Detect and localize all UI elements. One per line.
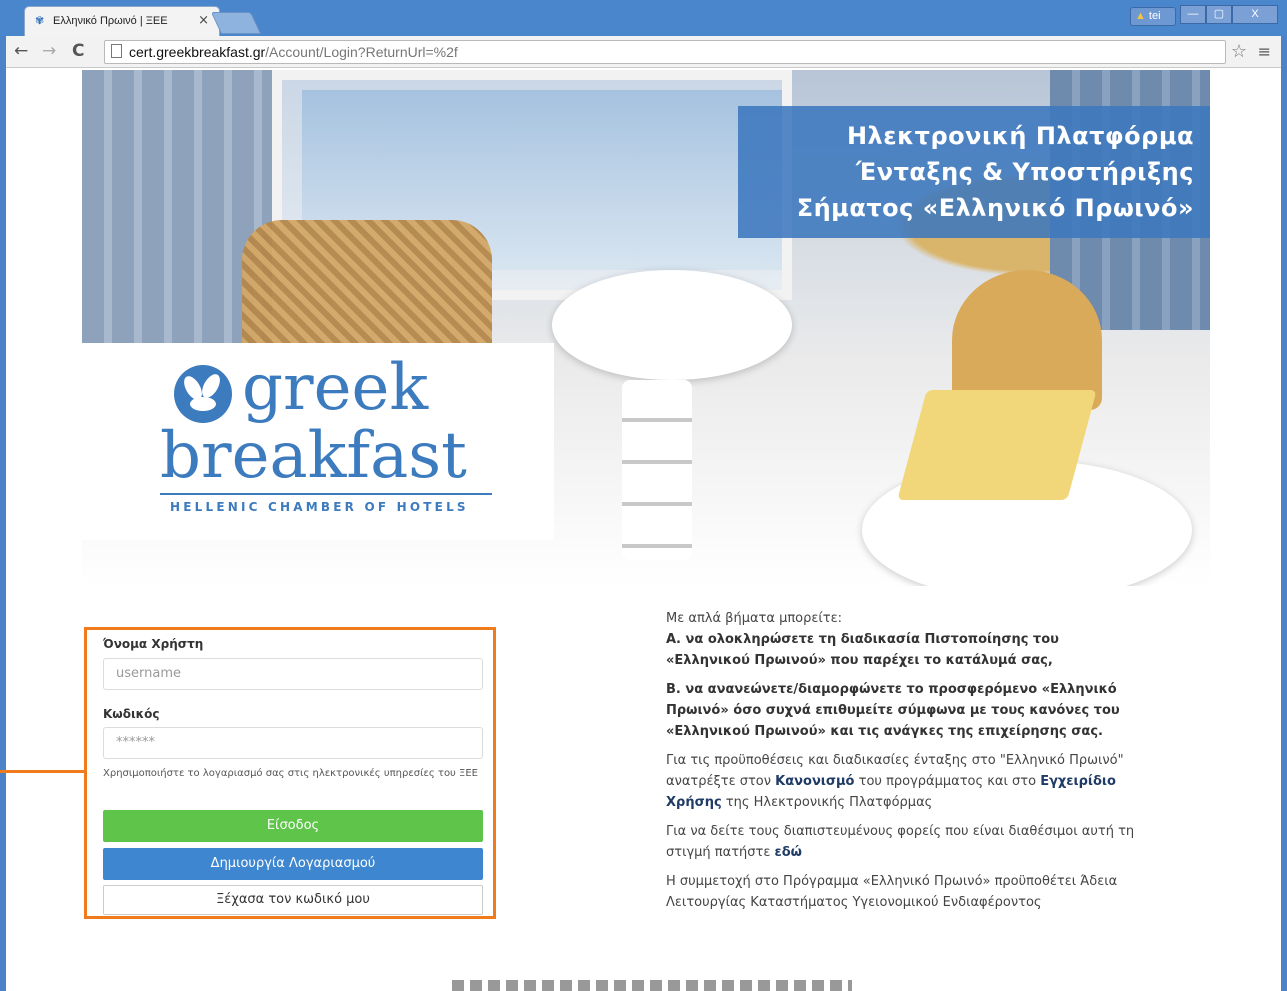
back-icon[interactable]: ← bbox=[14, 41, 28, 61]
username-input[interactable]: username bbox=[103, 658, 483, 690]
logo-subtitle: HELLENIC CHAMBER OF HOTELS bbox=[170, 500, 469, 514]
logo-word-greek: greek bbox=[242, 351, 429, 425]
page-icon bbox=[111, 44, 122, 58]
cheese bbox=[897, 390, 1097, 500]
tab-title: Ελληνικό Πρωινό | ΞΕΕ bbox=[53, 15, 168, 27]
fruit-plate bbox=[552, 270, 792, 380]
hero-title: Ηλεκτρονική Πλατφόρμα Ένταξης & Υποστήρι… bbox=[738, 106, 1210, 238]
hero-title-line: Ηλεκτρονική Πλατφόρμα bbox=[846, 122, 1194, 150]
olive-emblem-icon bbox=[174, 365, 232, 423]
login-button[interactable]: Είσοδος bbox=[103, 810, 483, 842]
url-text[interactable]: cert.greekbreakfast.gr/Account/Login?Ret… bbox=[129, 44, 458, 60]
hero-title-line: Ένταξης & Υποστήριξης bbox=[855, 158, 1194, 186]
minimize-button[interactable]: — bbox=[1180, 5, 1206, 24]
url-path: /Account/Login?ReturnUrl=%2f bbox=[265, 44, 458, 60]
password-label: Κωδικός bbox=[103, 707, 160, 721]
url-host: cert.greekbreakfast.gr bbox=[129, 44, 266, 60]
maximize-button[interactable]: ▢ bbox=[1206, 5, 1232, 24]
window-controls: — ▢ X bbox=[1180, 5, 1278, 25]
info-step-b: Β. να ανανεώνετε/διαμορφώνετε το προσφερ… bbox=[666, 682, 1120, 739]
forward-icon[interactable]: → bbox=[42, 41, 56, 61]
login-hint: Χρησιμοποιήστε το λογαριασμό σας στις ηλ… bbox=[103, 768, 478, 779]
browser-tab[interactable]: ✾ Ελληνικό Πρωινό | ΞΕΕ × bbox=[24, 6, 220, 36]
hero-title-line: Σήματος «Ελληνικό Πρωινό» bbox=[796, 194, 1194, 222]
address-bar[interactable]: cert.greekbreakfast.gr/Account/Login?Ret… bbox=[104, 40, 1226, 64]
browser-menu-icon[interactable]: ≡ bbox=[1258, 42, 1271, 61]
info-paragraph-providers: Για να δείτε τους διαπιστευμένους φορείς… bbox=[666, 821, 1136, 863]
info-intro: Με απλά βήματα μπορείτε: bbox=[666, 611, 843, 626]
info-text: Για να δείτε τους διαπιστευμένους φορείς… bbox=[666, 824, 1135, 860]
regulation-link[interactable]: Κανονισμό bbox=[775, 774, 854, 789]
footer-text-fragment bbox=[452, 980, 852, 991]
jam-cups bbox=[622, 380, 692, 560]
browser-titlebar: ✾ Ελληνικό Πρωινό | ΞΕΕ × ▲ tei — ▢ X bbox=[0, 0, 1287, 36]
info-text: της Ηλεκτρονικής Πλατφόρμας bbox=[721, 795, 933, 810]
bookmark-star-icon[interactable]: ☆ bbox=[1231, 41, 1247, 62]
browser-toolbar: ← → C cert.greekbreakfast.gr/Account/Log… bbox=[6, 36, 1281, 68]
warning-icon: ▲ bbox=[1135, 10, 1146, 22]
tab-close-icon[interactable]: × bbox=[198, 13, 209, 28]
callout-line bbox=[0, 770, 84, 773]
close-window-button[interactable]: X bbox=[1232, 5, 1278, 24]
info-paragraph-guidelines: Για τις προϋποθέσεις και διαδικασίες έντ… bbox=[666, 750, 1136, 813]
profile-name: tei bbox=[1148, 10, 1161, 22]
logo-divider bbox=[160, 493, 492, 495]
login-form: Όνομα Χρήστη username Κωδικός ****** Χρη… bbox=[84, 627, 496, 919]
providers-link[interactable]: εδώ bbox=[775, 845, 802, 860]
reload-icon[interactable]: C bbox=[72, 41, 84, 61]
forgot-password-button[interactable]: Ξέχασα τον κωδικό μου bbox=[103, 885, 483, 915]
logo-word-breakfast: breakfast bbox=[160, 419, 467, 493]
info-text: του προγράμματος και στο bbox=[854, 774, 1041, 789]
info-paragraph-license: Η συμμετοχή στο Πρόγραμμα «Ελληνικό Πρωι… bbox=[666, 874, 1118, 910]
site-favicon-icon: ✾ bbox=[35, 14, 45, 27]
register-button[interactable]: Δημιουργία Λογαριασμού bbox=[103, 848, 483, 880]
info-step-a: Α. να ολοκληρώσετε τη διαδικασία Πιστοπο… bbox=[666, 632, 1059, 668]
profile-badge[interactable]: ▲ tei bbox=[1130, 7, 1176, 26]
cake bbox=[952, 270, 1102, 410]
greek-breakfast-logo: greek breakfast HELLENIC CHAMBER OF HOTE… bbox=[82, 343, 554, 540]
password-input[interactable]: ****** bbox=[103, 727, 483, 759]
info-panel: Με απλά βήματα μπορείτε: Α. να ολοκληρώσ… bbox=[666, 608, 1136, 921]
username-label: Όνομα Χρήστη bbox=[103, 637, 204, 651]
